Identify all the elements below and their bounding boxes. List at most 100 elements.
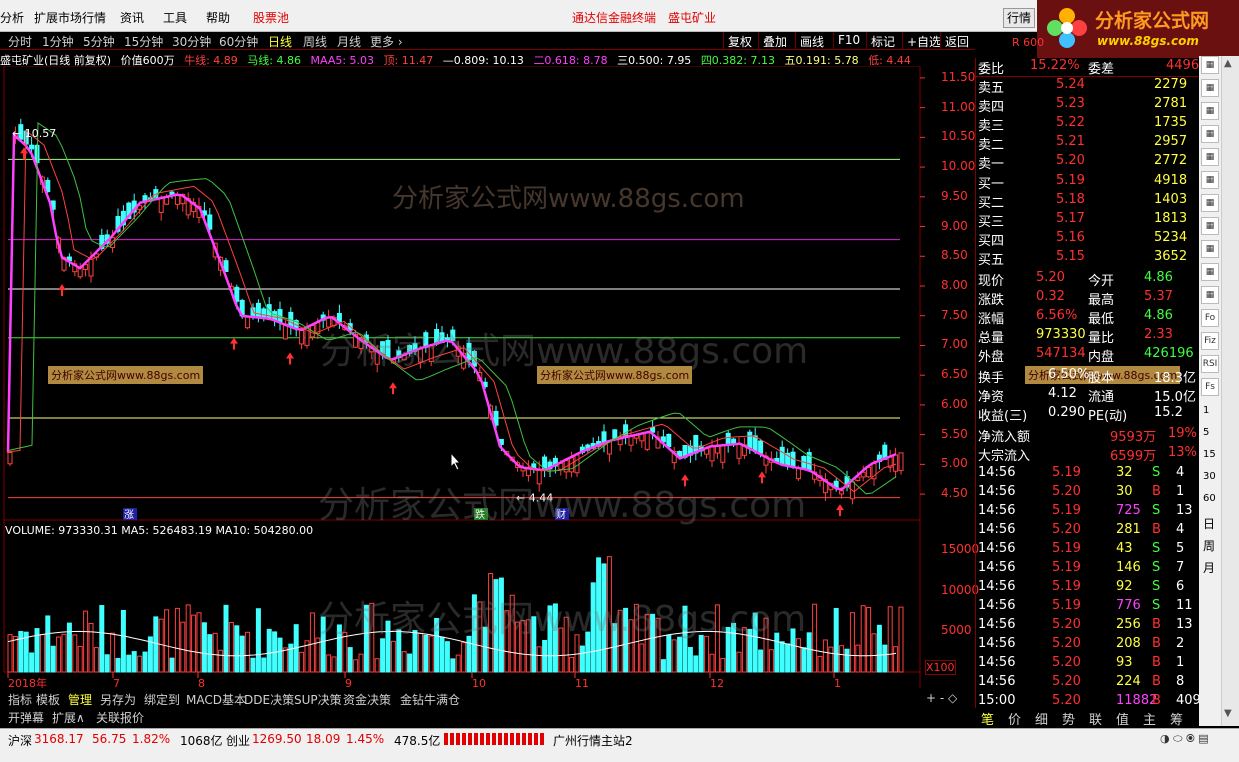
menu-analysis[interactable]: 分析	[0, 9, 24, 26]
toolbar-button[interactable]: F10	[833, 32, 864, 50]
bars-icon[interactable]: ▦	[1201, 263, 1219, 281]
minute-period-button[interactable]: 30	[1203, 471, 1216, 482]
menu-news[interactable]: 资讯	[120, 9, 144, 26]
menu-help[interactable]: 帮助	[206, 9, 230, 26]
indicator-shortcut-icon[interactable]: RSI	[1201, 355, 1219, 373]
f10-icon[interactable]: ▦	[1201, 217, 1219, 235]
period-side-button[interactable]: 周	[1203, 537, 1215, 554]
quote-cell: 5.20	[1052, 617, 1081, 632]
stat-row: 现价 5.20 今开 4.86	[976, 270, 1198, 289]
menu-tools[interactable]: 工具	[163, 9, 187, 26]
table-icon[interactable]: ▦	[1201, 79, 1219, 97]
candle-icon[interactable]: ▦	[1201, 171, 1219, 189]
toolbar-button[interactable]: 返回	[940, 32, 973, 50]
indicator-tab[interactable]: SUP决策	[294, 691, 342, 708]
quote-tab[interactable]: 势	[1062, 709, 1075, 728]
period-tab[interactable]: 周线	[303, 33, 327, 50]
price-tick-label: 5.50	[941, 426, 968, 441]
menu-stock-pool[interactable]: 股票池	[253, 9, 289, 26]
toolbar-button[interactable]: 标记	[866, 32, 899, 50]
scroll-up-icon[interactable]: ▲	[1224, 58, 1232, 69]
quote-cell: 净流入额	[978, 430, 1031, 445]
period-side-button[interactable]: 日	[1203, 515, 1215, 532]
period-tab[interactable]: 15分钟	[124, 33, 163, 50]
indicator-tab[interactable]: 绑定到	[144, 691, 180, 708]
indicator-shortcut-icon[interactable]: Fiz	[1201, 332, 1219, 350]
indicator-tab[interactable]: MACD基本	[186, 691, 246, 708]
indicator-shortcut-icon[interactable]: Fs	[1201, 378, 1219, 396]
text-icon[interactable]: ▦	[1201, 286, 1219, 304]
quote-cell: 1813	[1154, 211, 1188, 226]
quote-cell: 426196	[1144, 346, 1194, 361]
event-badge-label: 涨	[124, 509, 134, 521]
indicator-tab[interactable]: 指标	[8, 691, 32, 708]
period-tab[interactable]: 月线	[337, 33, 361, 50]
volume-bar	[45, 615, 51, 673]
code-label: R 600	[1012, 36, 1045, 49]
candle-body	[736, 443, 742, 459]
ask-row: 卖一 5.20 2772	[976, 153, 1198, 172]
quote-cell: 换手	[978, 371, 1005, 386]
toolbar-button[interactable]: 画线	[795, 32, 828, 50]
up-arrow-icon[interactable]: ▦	[1201, 56, 1219, 74]
volume-tick-label: 10000	[941, 582, 980, 597]
quote-cell: 涨幅	[978, 312, 1005, 327]
quote-tab[interactable]: 主	[1143, 709, 1156, 728]
minute-period-button[interactable]: 1	[1203, 405, 1209, 416]
chart-line-icon[interactable]: ▦	[1201, 148, 1219, 166]
extra-tab[interactable]: 扩展∧	[52, 709, 85, 726]
volume-bar	[720, 657, 726, 673]
toolbar-button[interactable]: +自选	[902, 32, 945, 50]
indicator-tab[interactable]: 金钻牛满仓	[400, 691, 460, 708]
menu-extended-market[interactable]: 扩展市场行情	[34, 9, 106, 26]
indicator-tab[interactable]: 资金决策	[343, 691, 391, 708]
market-breadth-bar	[444, 733, 544, 745]
toolbar-button[interactable]: 叠加	[758, 32, 791, 50]
extra-tab[interactable]: 开弹幕	[8, 709, 44, 726]
indicator-tab[interactable]: 另存为	[100, 691, 136, 708]
sh-index: 3168.17	[34, 732, 84, 746]
price-tick-label: 10.00	[941, 159, 976, 174]
market-button[interactable]: 行情	[1003, 8, 1035, 28]
zoom-controls[interactable]: + - ◇	[926, 691, 957, 705]
volume-bar	[228, 621, 234, 673]
indicator-tab[interactable]: 模板	[36, 691, 60, 708]
quote-tab[interactable]: 值	[1116, 709, 1129, 728]
candle-body	[628, 435, 634, 446]
indicator-tab[interactable]: 管理	[68, 691, 92, 708]
candle-body	[779, 446, 785, 465]
period-side-button[interactable]: 月	[1203, 559, 1215, 576]
quote-cell: 1	[1176, 655, 1185, 670]
quote-tab[interactable]: 联	[1089, 709, 1102, 728]
flag-icon[interactable]: ▦	[1201, 194, 1219, 212]
minute-period-button[interactable]: 15	[1203, 449, 1216, 460]
quote-tab[interactable]: 筹	[1170, 709, 1183, 728]
period-tab-more[interactable]: 更多 ›	[370, 33, 403, 50]
quote-tab[interactable]: 价	[1008, 709, 1021, 728]
period-tab[interactable]: 1分钟	[42, 33, 74, 50]
indicator-shortcut-icon[interactable]: Fo	[1201, 309, 1219, 327]
volume-bar	[736, 651, 742, 673]
minute-period-button[interactable]: 5	[1203, 427, 1209, 438]
extra-tab[interactable]: 关联报价	[96, 709, 144, 726]
toolbar-button[interactable]: 复权	[723, 32, 756, 50]
scrollbar[interactable]: ▲ ▼	[1221, 56, 1239, 726]
volume-bar	[407, 653, 413, 673]
period-tab[interactable]: 5分钟	[83, 33, 115, 50]
minute-period-button[interactable]: 60	[1203, 493, 1216, 504]
period-tab-active[interactable]: 日线	[268, 33, 292, 50]
volume-bar	[687, 647, 693, 673]
people-icon[interactable]: ▦	[1201, 240, 1219, 258]
quote-tab[interactable]: 笔	[981, 709, 994, 728]
period-tab[interactable]: 分时	[8, 33, 32, 50]
quote-cell: 5.19	[1056, 173, 1085, 188]
quote-cell: 14:56	[978, 655, 1016, 670]
volume-bar	[131, 651, 137, 673]
quote-tab[interactable]: 细	[1035, 709, 1048, 728]
scroll-down-icon[interactable]: ▼	[1224, 708, 1232, 719]
list-icon[interactable]: ▦	[1201, 102, 1219, 120]
period-tab[interactable]: 30分钟	[172, 33, 211, 50]
indicator-tab[interactable]: DDE决策	[244, 691, 294, 708]
period-tab[interactable]: 60分钟	[219, 33, 258, 50]
grid-icon[interactable]: ▦	[1201, 125, 1219, 143]
